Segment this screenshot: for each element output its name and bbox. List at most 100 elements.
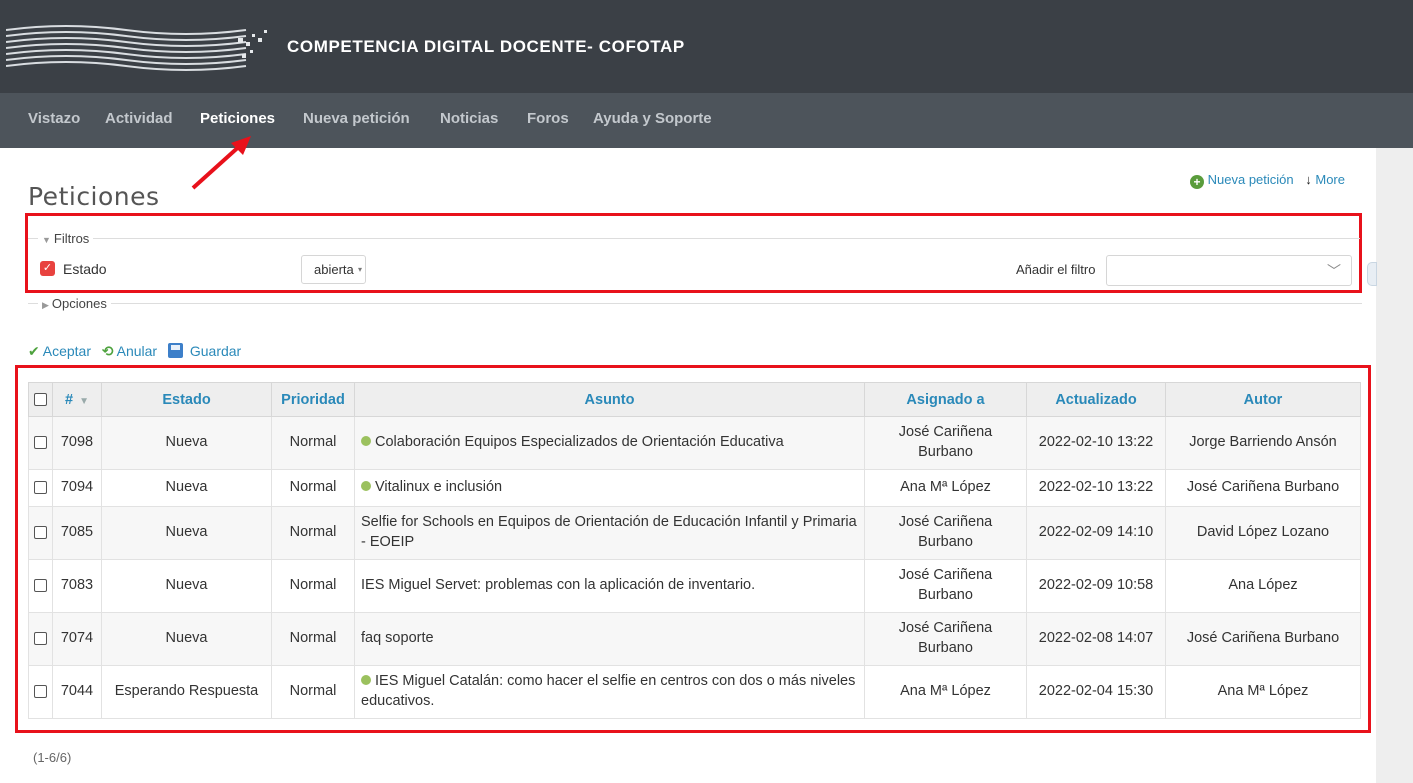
column-id[interactable]: # ▼ xyxy=(52,382,102,417)
row-checkbox-cell[interactable] xyxy=(28,665,53,719)
issue-status: Nueva xyxy=(101,416,272,470)
column-status[interactable]: Estado xyxy=(101,382,272,417)
table-row[interactable]: 7074 Nueva Normal faq soporte José Cariñena … xyxy=(28,612,1361,666)
issue-id[interactable]: 7074 xyxy=(52,612,102,666)
issue-priority: Normal xyxy=(271,469,355,507)
row-checkbox[interactable] xyxy=(34,435,47,449)
issue-author[interactable]: José Cariñena Burbano xyxy=(1165,469,1361,507)
add-filter-select[interactable]: ﹀ xyxy=(1106,255,1352,286)
column-author[interactable]: Autor xyxy=(1165,382,1361,417)
issue-status: Esperando Respuesta xyxy=(101,665,272,719)
issue-id[interactable]: 7085 xyxy=(52,506,102,560)
row-checkbox-cell[interactable] xyxy=(28,506,53,560)
issue-status: Nueva xyxy=(101,469,272,507)
logo xyxy=(6,25,267,71)
new-issue-link[interactable]: Nueva petición xyxy=(1208,172,1294,187)
query-buttons: ✔ Aceptar ⟲ Anular Guardar xyxy=(28,343,248,360)
issue-author[interactable]: David López Lozano xyxy=(1165,506,1361,560)
options-divider xyxy=(28,303,1362,304)
filters-legend[interactable]: ▼ Filtros xyxy=(38,231,94,246)
issue-updated: 2022-02-10 13:22 xyxy=(1026,469,1166,507)
issue-author[interactable]: Jorge Barriendo Ansón xyxy=(1165,416,1361,470)
chevron-down-icon: ﹀ xyxy=(1327,263,1341,279)
add-filter-label: Añadir el filtro xyxy=(1016,262,1096,277)
column-priority[interactable]: Prioridad xyxy=(271,382,355,417)
row-checkbox[interactable] xyxy=(34,684,47,698)
issue-assigned[interactable]: José Cariñena Burbano xyxy=(864,416,1027,470)
issue-priority: Normal xyxy=(271,559,355,613)
page-title: Peticiones xyxy=(28,182,160,211)
nav-peticiones[interactable]: Peticiones xyxy=(200,110,275,127)
select-all-header[interactable] xyxy=(28,382,53,417)
issue-subject[interactable]: IES Miguel Catalán: como hacer el selfie… xyxy=(361,673,855,709)
issue-subject[interactable]: Selfie for Schools en Equipos de Orienta… xyxy=(361,514,857,550)
status-filter-label: Estado xyxy=(63,261,107,277)
top-header: COMPETENCIA DIGITAL DOCENTE- COFOTAP xyxy=(0,0,1413,93)
reload-icon: ⟲ xyxy=(101,343,114,359)
issue-author[interactable]: José Cariñena Burbano xyxy=(1165,612,1361,666)
issue-author[interactable]: Ana Mª López xyxy=(1165,665,1361,719)
issue-subject-cell[interactable]: Colaboración Equipos Especializados de O… xyxy=(354,416,865,470)
row-checkbox[interactable] xyxy=(34,480,47,494)
table-row[interactable]: 7094 Nueva Normal Vitalinux e inclusión Ana … xyxy=(28,469,1361,507)
save-button[interactable]: Guardar xyxy=(190,343,241,359)
issue-id[interactable]: 7083 xyxy=(52,559,102,613)
sidebar-toggle[interactable] xyxy=(1367,262,1377,286)
issue-subject-cell[interactable]: Vitalinux e inclusión xyxy=(354,469,865,507)
apply-button[interactable]: Aceptar xyxy=(43,343,91,359)
issue-subject-cell[interactable]: IES Miguel Servet: problemas con la apli… xyxy=(354,559,865,613)
sort-desc-icon: ▼ xyxy=(79,395,89,407)
options-legend[interactable]: ▶ Opciones xyxy=(38,296,111,311)
issue-assigned[interactable]: José Cariñena Burbano xyxy=(864,506,1027,560)
column-updated[interactable]: Actualizado xyxy=(1026,382,1166,417)
expand-triangle-icon: ▶ xyxy=(42,300,49,310)
save-icon xyxy=(167,343,183,358)
issue-subject[interactable]: Vitalinux e inclusión xyxy=(375,479,502,495)
status-dot-icon xyxy=(361,675,371,686)
nav-foros[interactable]: Foros xyxy=(527,110,569,127)
row-checkbox[interactable] xyxy=(34,578,47,592)
row-checkbox-cell[interactable] xyxy=(28,469,53,507)
nav-ayuda-soporte[interactable]: Ayuda y Soporte xyxy=(593,110,712,127)
issue-assigned[interactable]: Ana Mª López xyxy=(864,665,1027,719)
issue-updated: 2022-02-08 14:07 xyxy=(1026,612,1166,666)
issue-priority: Normal xyxy=(271,416,355,470)
table-row[interactable]: 7085 Nueva Normal Selfie for Schools en Equ… xyxy=(28,506,1361,560)
table-row[interactable]: 7083 Nueva Normal IES Miguel Servet: proble… xyxy=(28,559,1361,613)
issue-subject-cell[interactable]: Selfie for Schools en Equipos de Orienta… xyxy=(354,506,865,560)
check-icon: ✔ xyxy=(28,343,40,359)
column-subject[interactable]: Asunto xyxy=(354,382,865,417)
issue-id[interactable]: 7098 xyxy=(52,416,102,470)
status-dot-icon xyxy=(361,436,371,447)
issue-author[interactable]: Ana López xyxy=(1165,559,1361,613)
row-checkbox[interactable] xyxy=(34,525,47,539)
issue-subject[interactable]: Colaboración Equipos Especializados de O… xyxy=(375,434,784,450)
nav-vistazo[interactable]: Vistazo xyxy=(28,110,80,127)
table-row[interactable]: 7098 Nueva Normal Colaboración Equipos Espe… xyxy=(28,416,1361,470)
status-filter-checkbox[interactable]: ✓ xyxy=(40,261,55,276)
issue-id[interactable]: 7094 xyxy=(52,469,102,507)
row-checkbox-cell[interactable] xyxy=(28,416,53,470)
app-title: COMPETENCIA DIGITAL DOCENTE- COFOTAP xyxy=(287,37,685,56)
nav-actividad[interactable]: Actividad xyxy=(105,110,173,127)
issue-subject[interactable]: faq soporte xyxy=(361,630,434,646)
more-link[interactable]: More xyxy=(1315,172,1345,187)
issue-subject[interactable]: IES Miguel Servet: problemas con la apli… xyxy=(361,577,755,593)
select-all-checkbox[interactable] xyxy=(34,393,47,407)
issue-updated: 2022-02-09 10:58 xyxy=(1026,559,1166,613)
issue-assigned[interactable]: José Cariñena Burbano xyxy=(864,612,1027,666)
nav-noticias[interactable]: Noticias xyxy=(440,110,498,127)
clear-button[interactable]: Anular xyxy=(117,343,157,359)
issue-id[interactable]: 7044 xyxy=(52,665,102,719)
row-checkbox-cell[interactable] xyxy=(28,612,53,666)
status-filter-select[interactable]: abierta ▾ xyxy=(301,255,366,284)
issue-assigned[interactable]: Ana Mª López xyxy=(864,469,1027,507)
column-assigned[interactable]: Asignado a xyxy=(864,382,1027,417)
row-checkbox[interactable] xyxy=(34,631,47,645)
issue-assigned[interactable]: José Cariñena Burbano xyxy=(864,559,1027,613)
nav-nueva-peticion[interactable]: Nueva petición xyxy=(303,110,410,127)
row-checkbox-cell[interactable] xyxy=(28,559,53,613)
table-row[interactable]: 7044 Esperando Respuesta Normal IES Miguel … xyxy=(28,665,1361,719)
issue-subject-cell[interactable]: IES Miguel Catalán: como hacer el selfie… xyxy=(354,665,865,719)
issue-subject-cell[interactable]: faq soporte xyxy=(354,612,865,666)
